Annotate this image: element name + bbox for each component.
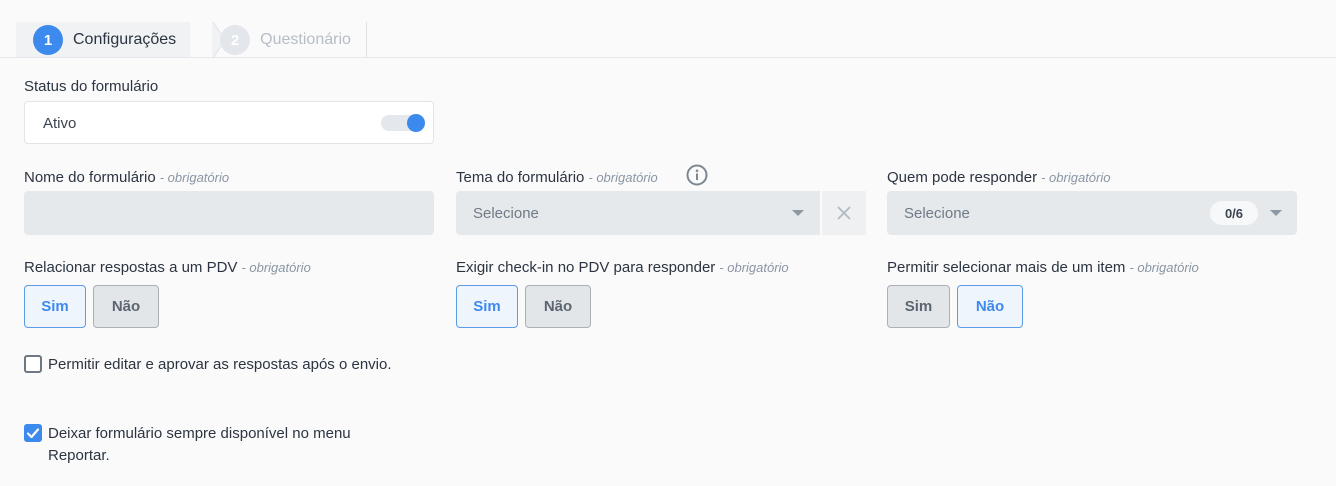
required-hint: - obrigatório <box>1041 170 1111 185</box>
multiple-yes-button[interactable]: Sim <box>887 285 950 328</box>
info-icon[interactable] <box>686 164 708 186</box>
name-field-label-text: Nome do formulário <box>24 169 156 186</box>
checkin-label-text: Exigir check-in no PDV para responder <box>456 259 716 276</box>
form-stepper: 1 Configurações 2 Questionário <box>16 22 367 58</box>
theme-field-label: Tema do formulário - obrigatório <box>456 169 658 186</box>
edit-approve-checkbox-label: Permitir editar e aprovar as respostas a… <box>48 356 392 373</box>
status-toggle[interactable] <box>381 114 425 132</box>
theme-select-placeholder: Selecione <box>473 205 539 222</box>
relate-no-button[interactable]: Não <box>93 285 159 328</box>
status-field: Ativo <box>24 101 434 144</box>
theme-clear-button[interactable] <box>822 191 866 235</box>
toggle-knob <box>407 114 425 132</box>
always-available-checkbox-label: Deixar formulário sempre disponível no m… <box>48 425 351 464</box>
theme-field-label-text: Tema do formulário <box>456 169 585 186</box>
status-value: Ativo <box>43 115 77 132</box>
checkin-label: Exigir check-in no PDV para responder - o… <box>456 259 789 276</box>
respondents-select-placeholder: Selecione <box>904 205 970 222</box>
required-hint: - obrigatório <box>159 170 230 185</box>
relate-label: Relacionar respostas a um PDV - obrigatór… <box>24 259 311 276</box>
respondents-field-label: Quem pode responder - obrigatório <box>887 169 1110 186</box>
required-hint: - obrigatório <box>719 260 789 275</box>
required-hint: - obrigatório <box>588 170 658 185</box>
name-field-label: Nome do formulário - obrigatório <box>24 169 229 186</box>
stepper-divider <box>0 57 1336 58</box>
chevron-down-icon <box>792 210 804 216</box>
step-questionario[interactable]: 2 Questionário <box>204 22 367 58</box>
theme-select[interactable]: Selecione <box>456 191 820 235</box>
required-hint: - obrigatório <box>241 260 311 275</box>
status-label: Status do formulário <box>24 78 159 95</box>
step-configuracoes[interactable]: 1 Configurações <box>16 22 191 58</box>
edit-approve-checkbox[interactable] <box>24 355 42 373</box>
checkin-no-button[interactable]: Não <box>525 285 591 328</box>
name-input[interactable] <box>24 191 434 235</box>
step-2-number: 2 <box>220 25 251 55</box>
step-1-number: 1 <box>33 25 63 55</box>
multiple-label-text: Permitir selecionar mais de um item <box>887 259 1126 276</box>
multiple-label: Permitir selecionar mais de um item - obr… <box>887 259 1199 276</box>
relate-yes-button[interactable]: Sim <box>24 285 86 328</box>
relate-label-text: Relacionar respostas a um PDV <box>24 259 238 276</box>
chevron-down-icon <box>1270 210 1282 216</box>
respondents-count-badge: 0/6 <box>1210 201 1258 225</box>
step-2-label: Questionário <box>260 31 351 48</box>
close-icon <box>837 206 851 220</box>
step-1-label: Configurações <box>73 31 177 48</box>
multiple-no-button[interactable]: Não <box>957 285 1023 328</box>
always-available-checkbox[interactable] <box>24 424 42 442</box>
checkin-yes-button[interactable]: Sim <box>456 285 518 328</box>
respondents-field-label-text: Quem pode responder <box>887 169 1038 186</box>
check-icon <box>26 428 40 439</box>
required-hint: - obrigatório <box>1129 260 1199 275</box>
